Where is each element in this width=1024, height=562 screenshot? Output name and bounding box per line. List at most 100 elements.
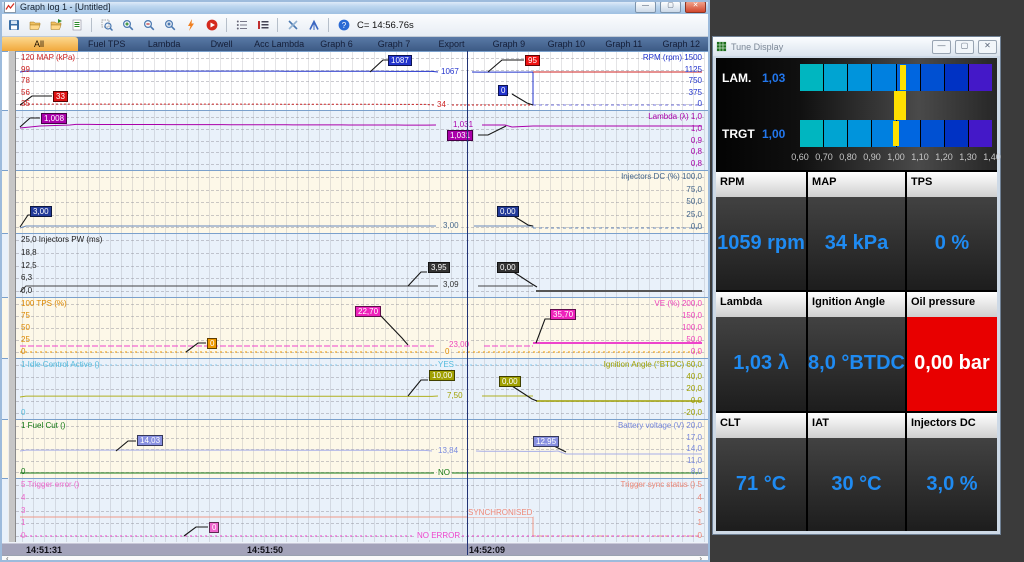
- zoom-select-icon[interactable]: [97, 17, 116, 34]
- left-axis-label: 99: [21, 65, 30, 74]
- right-axis-label: 0,8: [691, 147, 702, 156]
- left-axis-label: 0: [21, 347, 25, 356]
- left-axis-label: 35: [21, 99, 30, 108]
- time-cursor-line[interactable]: [467, 51, 468, 555]
- open-icon[interactable]: [25, 17, 44, 34]
- right-axis-label: 50,0: [686, 197, 702, 206]
- callout-line: [370, 60, 388, 72]
- value-label: 1,008: [41, 113, 67, 124]
- tab-graph-6[interactable]: Graph 6: [308, 37, 365, 51]
- right-axis-label: 100,0: [682, 323, 702, 332]
- bar-marker-bridge: [894, 91, 906, 120]
- tools-icon[interactable]: [283, 17, 302, 34]
- inline-value-text: NO: [437, 468, 451, 477]
- table-icon: [716, 41, 727, 52]
- tab-graph-11[interactable]: Graph 11: [595, 37, 652, 51]
- value-label: 22,70: [355, 306, 381, 317]
- tab-dwell[interactable]: Dwell: [193, 37, 250, 51]
- tab-acc-lambda[interactable]: Acc Lambda: [250, 37, 307, 51]
- zoom-in-icon[interactable]: [118, 17, 137, 34]
- right-axis-label: 1,0: [691, 124, 702, 133]
- toolbar-separator: [226, 18, 227, 32]
- tab-graph-9[interactable]: Graph 9: [480, 37, 537, 51]
- gauge-label: MAP: [808, 172, 905, 197]
- close-button[interactable]: ✕: [685, 1, 706, 13]
- graph-window-titlebar[interactable]: Graph log 1 - [Untitled] — ▢ ✕: [0, 0, 710, 14]
- callout-line: [116, 441, 136, 451]
- restore-button[interactable]: ▢: [660, 1, 681, 13]
- left-gutter: [8, 51, 16, 542]
- left-axis-label: 50: [21, 323, 30, 332]
- right-axis-label: 3: [698, 506, 702, 515]
- toolbar-separator: [91, 18, 92, 32]
- left-axis-label: 120 MAP (kPa): [21, 53, 75, 62]
- right-axis-label: 1125: [685, 65, 702, 74]
- right-axis-label: 0,0: [691, 396, 702, 405]
- bar-segment: [800, 64, 823, 91]
- tab-fuel-tps[interactable]: Fuel TPS: [78, 37, 135, 51]
- tune-display-window: Tune Display — ▢ ✕ LAM.1,03TRGT1,000,600…: [712, 36, 1001, 535]
- bar-marker: [893, 121, 899, 146]
- record-icon[interactable]: [202, 17, 221, 34]
- left-axis-label: 6,3: [21, 273, 32, 282]
- right-axis-label: Ignition Angle (°BTDC) 60,0: [604, 360, 702, 369]
- gauge-value: 30 °C: [808, 438, 905, 531]
- inline-value-text: 3,09: [442, 280, 460, 289]
- bar-segment: [848, 64, 871, 91]
- list-alt-icon[interactable]: [253, 17, 272, 34]
- left-axis-label: 5 Trigger error (): [21, 480, 79, 489]
- zoom-page-icon[interactable]: [160, 17, 179, 34]
- tab-export[interactable]: Export: [423, 37, 480, 51]
- graph-panel-idle-ignition: 1 Idle Control Active ()0Ignition Angle …: [0, 358, 710, 419]
- right-axis-label: 375: [689, 88, 702, 97]
- tab-lambda[interactable]: Lambda: [135, 37, 192, 51]
- time-tick-label: 14:52:09: [469, 545, 505, 555]
- clear-icon[interactable]: [181, 17, 200, 34]
- gauge-rpm: RPM1059 rpm: [716, 172, 806, 290]
- gauge-value: 8,0 °BTDC: [808, 317, 905, 410]
- tab-graph-10[interactable]: Graph 10: [538, 37, 595, 51]
- tune-close-button[interactable]: ✕: [978, 40, 997, 54]
- right-axis-label: 4: [698, 493, 702, 502]
- left-axis-label: 4: [21, 493, 25, 502]
- tab-graph-12[interactable]: Graph 12: [653, 37, 710, 51]
- series-line: [20, 450, 432, 451]
- list-icon[interactable]: [232, 17, 251, 34]
- toolbar-icons: ?: [4, 17, 353, 34]
- left-axis-label: 12,5: [21, 261, 37, 270]
- callout-line: [478, 126, 506, 135]
- help-icon[interactable]: ?: [334, 17, 353, 34]
- bar-segment: [969, 64, 992, 91]
- zoom-out-icon[interactable]: [139, 17, 158, 34]
- tune-window-title: Tune Display: [731, 42, 783, 52]
- tune-minimize-button[interactable]: —: [932, 40, 951, 54]
- callout-line: [512, 386, 537, 401]
- bar-segment: [824, 120, 847, 147]
- open-alt-icon[interactable]: [46, 17, 65, 34]
- value-label: 0: [209, 522, 219, 533]
- right-axis-label: 17,0: [686, 433, 702, 442]
- left-axis-label: 75: [21, 311, 30, 320]
- graph-tab-bar: AllFuel TPSLambdaDwellAcc LambdaGraph 6G…: [0, 37, 710, 51]
- tune-window-titlebar[interactable]: Tune Display — ▢ ✕: [713, 37, 1000, 56]
- gauge-label: Oil pressure: [907, 292, 997, 317]
- right-axis-label: 40,0: [686, 372, 702, 381]
- bar-segment: [848, 120, 871, 147]
- left-axis-label: 78: [21, 76, 30, 85]
- right-axis-label: 0,8: [691, 159, 702, 168]
- bar-scale-label: 1,40: [978, 152, 1006, 162]
- minimize-button[interactable]: —: [635, 1, 656, 13]
- value-label: 1,031: [447, 130, 473, 141]
- callout-line: [512, 94, 533, 105]
- export-icon[interactable]: [67, 17, 86, 34]
- save-icon[interactable]: [4, 17, 23, 34]
- caret-marker-icon[interactable]: [304, 17, 323, 34]
- left-axis-label: 18,8: [21, 248, 37, 257]
- inline-value-text: NO ERROR: [416, 531, 461, 540]
- tab-graph-7[interactable]: Graph 7: [365, 37, 422, 51]
- tune-restore-button[interactable]: ▢: [955, 40, 974, 54]
- tab-all[interactable]: All: [0, 37, 78, 51]
- callout-line: [408, 380, 428, 396]
- graph-panel-injectors-dc: Injectors DC (%) 100,075,050,025,00,03,0…: [0, 170, 710, 233]
- right-axis-label: 0: [698, 99, 702, 108]
